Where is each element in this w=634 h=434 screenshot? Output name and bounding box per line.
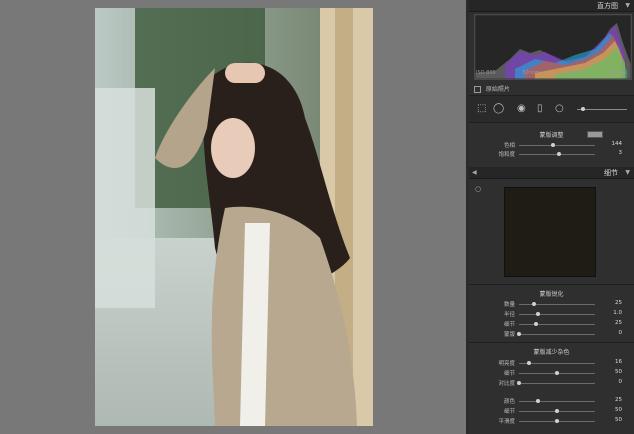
slider-label: 颜色 [503, 399, 515, 405]
slider-knob[interactable] [517, 332, 521, 336]
separator-2 [469, 342, 634, 343]
slider-row[interactable]: 细节 50 [469, 369, 634, 377]
original-photo-toggle[interactable]: 原始照片 [474, 84, 510, 93]
slider-track[interactable] [519, 334, 595, 335]
slider-label: 对比度 [498, 381, 515, 387]
aperture-text: f / 4.0 [566, 70, 582, 76]
slider-knob[interactable] [532, 302, 537, 306]
crop-icon[interactable]: ⬚ [477, 104, 486, 114]
slider-row[interactable]: 细节 25 [469, 320, 634, 328]
tool-strip: ⬚ ◯ ◉ ▯ ○ [469, 95, 634, 123]
slider-value[interactable]: 50 [615, 369, 622, 375]
slider-row[interactable]: 半径 1.0 [469, 310, 634, 318]
slider-value[interactable]: 1.0 [613, 310, 622, 316]
color-section-title: 蒙版调整 [539, 132, 564, 139]
slider-label: 数量 [503, 302, 515, 308]
slider-row[interactable]: 蒙版 0 [469, 330, 634, 338]
slider-row[interactable]: 颜色 25 [469, 397, 634, 405]
focal-length-text: 50 mm [522, 70, 541, 76]
detail-title: 细节 [604, 169, 618, 177]
slider-value[interactable]: 0 [619, 330, 623, 336]
slider-value[interactable]: 25 [615, 320, 622, 326]
slider-track[interactable] [519, 383, 595, 384]
slider-knob[interactable] [536, 399, 540, 403]
redeye-icon[interactable]: ◉ [517, 104, 526, 114]
slider-row[interactable]: 细节 50 [469, 407, 634, 415]
detail-target-icon[interactable]: ○ [475, 185, 481, 193]
iso-text: ISO 800 [476, 70, 496, 76]
slider-knob[interactable] [526, 361, 531, 365]
slider-knob[interactable] [555, 371, 559, 375]
slider-label: 细节 [503, 371, 515, 377]
shutter-text: 1/60 秒 [608, 71, 626, 77]
slider-label: 细节 [503, 322, 515, 328]
detail-preview [504, 187, 596, 277]
color-swatch[interactable] [587, 131, 603, 138]
slider-row[interactable]: 数量 25 [469, 300, 634, 308]
slider-row[interactable]: 色相 144 [469, 141, 634, 149]
slider-value[interactable]: 16 [615, 359, 622, 365]
collapse-triangle-icon[interactable]: ▼ [625, 2, 630, 9]
sharpen-title: 蒙版锐化 [539, 291, 564, 298]
slider-row[interactable]: 饱和度 3 [469, 150, 634, 158]
brush-size-knob[interactable] [581, 107, 585, 111]
noise-title: 蒙版减少杂色 [533, 349, 570, 356]
slider-label: 半径 [503, 312, 515, 318]
slider-knob[interactable] [555, 409, 559, 413]
detail-collapse-icon[interactable]: ▼ [625, 169, 630, 176]
histogram-info: ISO 800 50 mm f / 4.0 1/60 秒 [476, 70, 626, 77]
slider-knob[interactable] [551, 143, 556, 147]
right-panel: 直方图 ▼ ISO 800 50 mm f / 4.0 1/60 秒 原始照片 … [469, 0, 634, 434]
histogram-title: 直方图 [597, 2, 618, 10]
slider-label: 饱和度 [498, 152, 515, 158]
original-photo-label: 原始照片 [485, 86, 510, 93]
histogram-header[interactable]: 直方图 ▼ [469, 0, 634, 12]
slider-track[interactable] [519, 324, 595, 325]
portrait-photo [95, 8, 373, 426]
slider-track[interactable] [519, 401, 595, 402]
panel-triangle-icon[interactable]: ◀ [472, 169, 477, 176]
slider-label: 细节 [503, 409, 515, 415]
photo-canvas [0, 0, 466, 434]
slider-row[interactable]: 平滑度 50 [469, 417, 634, 425]
slider-knob[interactable] [517, 381, 521, 385]
slider-value[interactable]: 50 [615, 407, 622, 413]
radial-filter-icon[interactable]: ○ [555, 104, 564, 114]
slider-label: 蒙版 [503, 332, 515, 338]
slider-track[interactable] [519, 314, 595, 315]
slider-knob[interactable] [536, 312, 540, 316]
slider-label: 明亮度 [498, 361, 515, 367]
slider-value[interactable]: 0 [619, 379, 623, 385]
slider-knob[interactable] [556, 152, 561, 156]
slider-value[interactable]: 144 [612, 141, 623, 147]
slider-value[interactable]: 50 [615, 417, 622, 423]
slider-track[interactable] [519, 145, 595, 146]
separator-1 [469, 284, 634, 285]
slider-value[interactable]: 25 [615, 300, 622, 306]
slider-value[interactable]: 25 [615, 397, 622, 403]
spot-removal-icon[interactable]: ◯ [493, 104, 504, 114]
slider-row[interactable]: 明亮度 16 [469, 359, 634, 367]
slider-value[interactable]: 3 [619, 150, 623, 156]
slider-knob[interactable] [533, 322, 538, 326]
slider-track[interactable] [519, 304, 595, 305]
graduated-filter-icon[interactable]: ▯ [537, 104, 543, 114]
slider-row[interactable]: 对比度 0 [469, 379, 634, 387]
detail-header[interactable]: ◀ 细节 ▼ [469, 167, 634, 179]
slider-label: 色相 [503, 143, 515, 149]
slider-label: 平滑度 [498, 419, 515, 425]
slider-knob[interactable] [555, 419, 559, 423]
checkbox-icon[interactable] [474, 86, 481, 93]
